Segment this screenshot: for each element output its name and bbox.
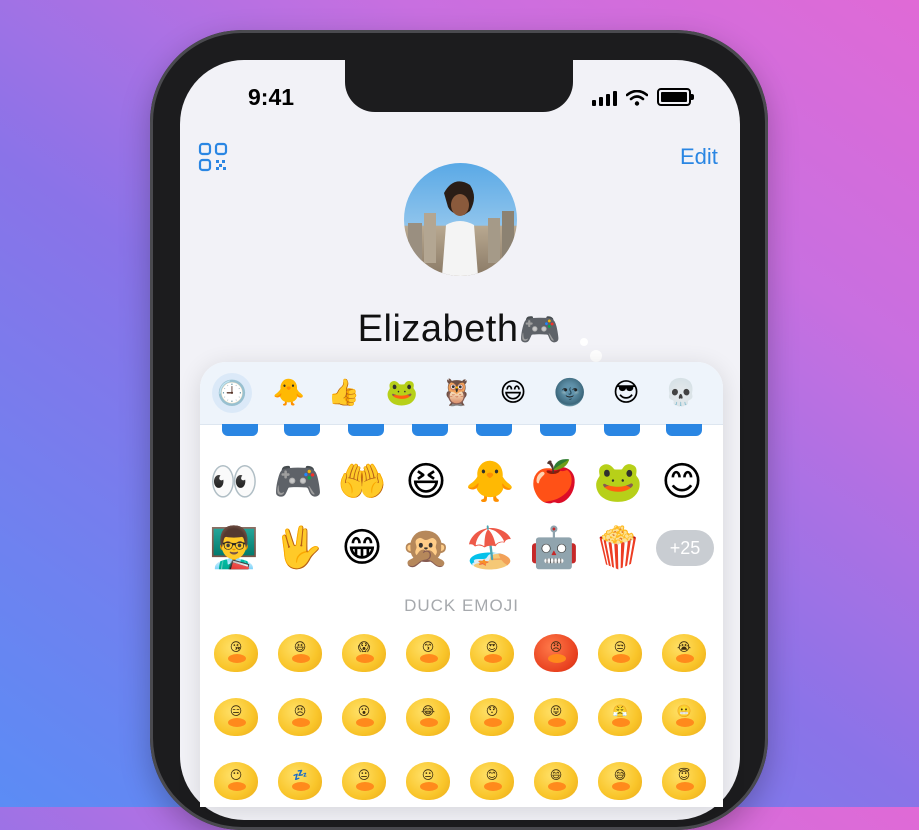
duck-emoji-face: 💤	[292, 768, 308, 782]
emoji-cell[interactable]: 🍎	[526, 454, 582, 510]
emoji-cell[interactable]: 🎮	[270, 454, 326, 510]
duck-emoji-cell[interactable]: 😄	[534, 762, 578, 800]
duck-emoji-face: 😆	[293, 640, 307, 654]
duck-emoji-face: 😱	[357, 640, 371, 654]
profile-name: Elizabeth🎮	[0, 308, 919, 351]
duck-emoji-cell[interactable]: 😯	[470, 698, 514, 736]
duck-emoji-cell[interactable]: 💤	[278, 762, 322, 800]
emoji-cell[interactable]: 😊	[654, 454, 710, 510]
duck-emoji-face: 😙	[421, 640, 435, 654]
duck-emoji-face: 😂	[420, 704, 436, 718]
duck-emoji-face: 😣	[293, 704, 307, 718]
duck-emoji-cell[interactable]: 😠	[534, 634, 578, 672]
emoji-category-duck[interactable]: 🐥	[271, 375, 307, 411]
emoji-row-partial	[200, 424, 723, 436]
emoji-status-panel: 🕘 🐥 👍 🐸 🦉 😄 🌚 😎 💀 👀 🎮 🤲 😆 🐥 🍎 🐸 😊 👨‍🏫 🖖 😁 🙊 🏖️ 🤖 🍿 +25 DUCK EMO…	[200, 362, 723, 807]
duck-emoji-face: 😑	[229, 704, 243, 718]
emoji-cell[interactable]: 👀	[206, 454, 262, 510]
duck-emoji-face: 😊	[485, 768, 499, 782]
profile-emoji-status[interactable]: 🎮	[518, 310, 561, 350]
duck-emoji-face: 😯	[485, 704, 499, 718]
avatar[interactable]	[404, 163, 517, 276]
battery-icon	[657, 88, 694, 106]
emoji-cell[interactable]: 🖖	[270, 520, 326, 576]
profile-name-text: Elizabeth	[357, 308, 519, 350]
edit-button[interactable]: Edit	[680, 144, 718, 170]
duck-emoji-face: 😮	[357, 704, 371, 718]
duck-emoji-face: 😄	[549, 768, 563, 782]
camera-notch	[345, 58, 573, 112]
duck-emoji-cell[interactable]: 😊	[470, 762, 514, 800]
emoji-cell[interactable]: 🏖️	[462, 520, 518, 576]
emoji-cell[interactable]: 🤖	[526, 520, 582, 576]
duck-emoji-face: 😇	[677, 768, 691, 782]
emoji-category-owl[interactable]: 🦉	[439, 375, 475, 411]
emoji-cell[interactable]: 🤲	[334, 454, 390, 510]
duck-emoji-face: 😠	[549, 640, 563, 654]
emoji-cell[interactable]: 🐥	[462, 454, 518, 510]
emoji-cell[interactable]: 🙊	[398, 520, 454, 576]
emoji-cell[interactable]: 😆	[398, 454, 454, 510]
duck-emoji-cell[interactable]: 😭	[662, 634, 706, 672]
duck-emoji-cell[interactable]: 😙	[406, 634, 450, 672]
duck-emoji-cell[interactable]: 😆	[278, 634, 322, 672]
duck-emoji-cell[interactable]: 😘	[214, 634, 258, 672]
tooltip-bubble-dot	[580, 338, 588, 346]
duck-emoji-face: 😬	[676, 704, 692, 718]
tooltip-bubble-dot	[590, 350, 602, 362]
emoji-category-skull[interactable]: 💀	[663, 375, 699, 411]
status-time: 9:41	[248, 84, 295, 110]
duck-emoji-cell[interactable]: 😤	[598, 698, 642, 736]
duck-emoji-cell[interactable]: 😐	[342, 762, 386, 800]
duck-emoji-cell[interactable]: 😱	[342, 634, 386, 672]
emoji-cell[interactable]: 🍿	[590, 520, 646, 576]
duck-emoji-face: 😐	[421, 768, 435, 782]
duck-emoji-face: 😍	[485, 640, 499, 654]
duck-emoji-cell[interactable]: 😬	[662, 698, 706, 736]
emoji-category-recent-icon[interactable]: 🕘	[212, 373, 252, 413]
status-icons	[592, 88, 694, 106]
emoji-category-frog[interactable]: 🐸	[384, 375, 420, 411]
show-more-badge[interactable]: +25	[656, 530, 714, 566]
emoji-cell[interactable]: 😁	[334, 520, 390, 576]
duck-emoji-cell[interactable]: 😝	[534, 698, 578, 736]
duck-emoji-cell[interactable]: 😮	[342, 698, 386, 736]
duck-emoji-face: 😅	[613, 768, 627, 782]
duck-emoji-face: 😐	[357, 768, 371, 782]
duck-emoji-cell[interactable]: 😍	[470, 634, 514, 672]
emoji-category-moon[interactable]: 🌚	[552, 375, 588, 411]
duck-emoji-face: 😝	[549, 704, 563, 718]
duck-emoji-cell[interactable]: 😶	[214, 762, 258, 800]
duck-emoji-cell[interactable]: 😇	[662, 762, 706, 800]
duck-emoji-cell[interactable]: 😣	[278, 698, 322, 736]
duck-emoji-cell[interactable]: 😅	[598, 762, 642, 800]
emoji-category-cool[interactable]: 😎	[608, 375, 644, 411]
section-header-duck-emoji: DUCK EMOJI	[404, 596, 519, 615]
duck-emoji-face: 😘	[229, 640, 243, 654]
cellular-signal-icon	[592, 90, 617, 106]
duck-emoji-face: 😶	[229, 768, 243, 782]
emoji-category-bar: 🕘 🐥 👍 🐸 🦉 😄 🌚 😎 💀	[200, 362, 723, 425]
duck-emoji-face: 😒	[613, 640, 627, 654]
duck-emoji-cell[interactable]: 😂	[406, 698, 450, 736]
emoji-cell[interactable]: 👨‍🏫	[206, 520, 262, 576]
duck-emoji-cell[interactable]: 😒	[598, 634, 642, 672]
emoji-category-smile[interactable]: 😄	[495, 375, 531, 411]
duck-emoji-face: 😭	[676, 640, 692, 654]
avatar-photo	[408, 181, 514, 276]
emoji-category-gestures[interactable]: 👍	[326, 375, 362, 411]
duck-emoji-cell[interactable]: 😑	[214, 698, 258, 736]
wifi-icon	[626, 90, 648, 106]
emoji-cell[interactable]: 🐸	[590, 454, 646, 510]
duck-emoji-cell[interactable]: 😐	[406, 762, 450, 800]
duck-emoji-face: 😤	[612, 704, 628, 718]
qr-code-icon[interactable]	[198, 142, 228, 172]
